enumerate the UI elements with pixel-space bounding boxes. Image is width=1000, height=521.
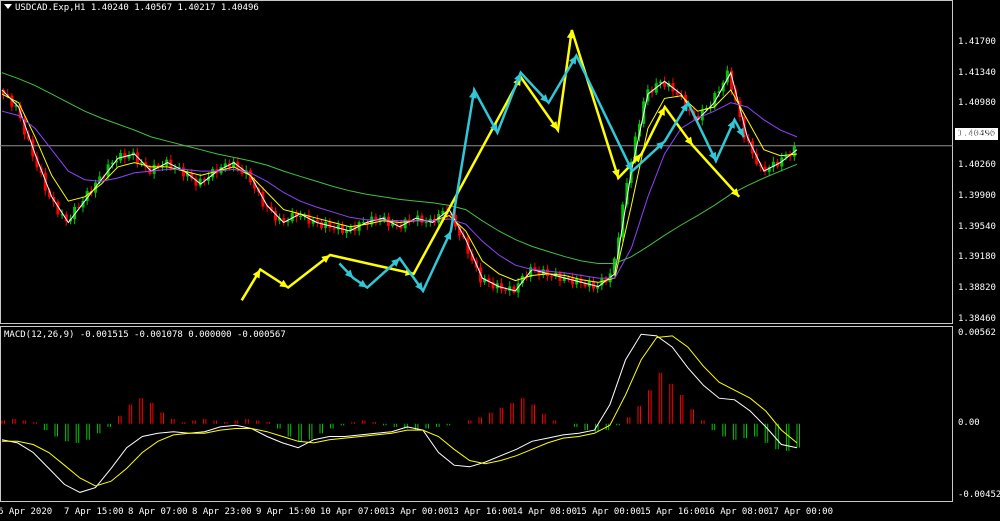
yellow-zigzag-arrowhead <box>612 169 620 178</box>
time-tick-label: 16 Apr 08:00 <box>704 507 770 517</box>
time-tick-label: 8 Apr 23:00 <box>192 507 252 517</box>
price-tick-label: 1.40980 <box>958 98 996 109</box>
time-tick-label: 6 Apr 2020 <box>0 507 53 517</box>
dropdown-triangle-icon[interactable] <box>4 4 12 9</box>
time-tick-label: 13 Apr 16:00 <box>448 507 514 517</box>
macd-signal-line <box>2 335 798 487</box>
candle-body <box>504 289 508 291</box>
price-tick-label: 1.41340 <box>958 67 996 78</box>
symbol-header: USDCAD.Exp,H1 1.40240 1.40567 1.40217 1.… <box>4 3 259 13</box>
price-tick-label: 1.39900 <box>958 190 996 201</box>
time-tick-label: 14 Apr 08:00 <box>512 507 578 517</box>
time-tick-label: 13 Apr 00:00 <box>384 507 450 517</box>
candle-body <box>286 221 290 223</box>
moving-average-line <box>1 72 798 264</box>
candle-body <box>328 221 332 228</box>
candle-body <box>407 219 411 221</box>
yellow-zigzag-line <box>240 29 741 301</box>
price-tick-label: 1.39540 <box>958 221 996 232</box>
price-tick-label: 1.40620 <box>958 129 996 140</box>
time-tick-label: 15 Apr 00:00 <box>576 507 642 517</box>
moving-average-line <box>1 102 798 279</box>
symbol-header-text: USDCAD.Exp,H1 1.40240 1.40567 1.40217 1.… <box>15 3 259 13</box>
candle-body <box>299 215 303 218</box>
candle-body <box>550 276 554 278</box>
time-tick-label: 10 Apr 07:00 <box>320 507 386 517</box>
candle-body <box>332 227 336 230</box>
macd-header: MACD(12,26,9) -0.001515 -0.001078 0.0000… <box>4 330 286 340</box>
price-tick-label: 1.41700 <box>958 36 996 47</box>
macd-line <box>1 333 798 493</box>
cyan-zigzag-line <box>338 52 745 294</box>
macd-tick-label: 0.00562 <box>958 328 996 338</box>
candle-body <box>512 286 516 293</box>
candle-body <box>566 277 570 279</box>
time-tick-label: 17 Apr 00:00 <box>768 507 834 517</box>
macd-tick-label: -0.004526 <box>958 490 1000 500</box>
price-tick-label: 1.38460 <box>958 314 996 324</box>
price-chart-svg <box>0 29 953 301</box>
macd-chart-svg <box>1 333 800 493</box>
candle-body <box>424 222 428 224</box>
candle-body <box>499 283 503 290</box>
time-tick-label: 8 Apr 07:00 <box>128 507 188 517</box>
price-tick-label: 1.39180 <box>958 252 996 263</box>
candle-body <box>571 277 575 285</box>
price-tick-label: 1.38820 <box>958 283 996 294</box>
time-tick-label: 7 Apr 15:00 <box>64 507 124 517</box>
time-tick-label: 15 Apr 16:00 <box>640 507 706 517</box>
price-tick-label: 1.40260 <box>958 160 996 170</box>
macd-tick-label: 0.00 <box>958 417 980 428</box>
time-tick-label: 9 Apr 15:00 <box>256 507 316 517</box>
chart-window: USDCAD.Exp,H1 1.40240 1.40567 1.40217 1.… <box>0 0 1000 521</box>
